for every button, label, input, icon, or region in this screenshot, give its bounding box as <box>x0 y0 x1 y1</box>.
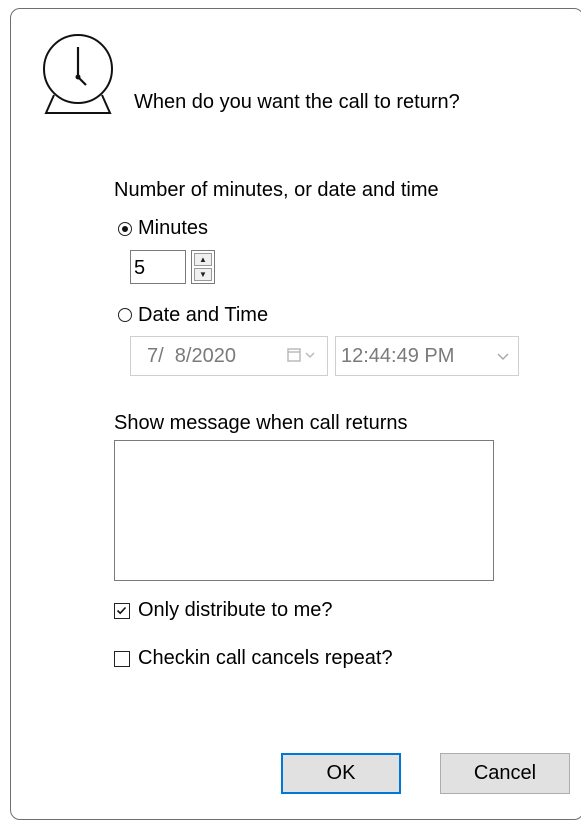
message-textarea[interactable] <box>114 440 494 581</box>
checkmark-icon <box>116 606 127 615</box>
only-distribute-checkbox[interactable] <box>114 603 130 619</box>
minutes-value[interactable]: 5 <box>134 256 145 280</box>
timing-group-label: Number of minutes, or date and time <box>114 179 439 201</box>
minutes-radio-label[interactable]: Minutes <box>138 216 208 240</box>
alarm-clock-icon <box>43 34 113 114</box>
ok-button[interactable]: OK <box>281 753 401 794</box>
cancel-button[interactable]: Cancel <box>440 753 570 794</box>
only-distribute-label[interactable]: Only distribute to me? <box>138 598 333 622</box>
message-label: Show message when call returns <box>114 412 408 434</box>
date-time-radio-label[interactable]: Date and Time <box>138 303 268 327</box>
checkin-cancels-checkbox[interactable] <box>114 651 130 667</box>
calendar-dropdown-icon <box>287 348 315 362</box>
chevron-down-icon <box>497 353 509 361</box>
dialog-prompt: When do you want the call to return? <box>134 91 460 113</box>
minutes-radio[interactable] <box>118 222 132 236</box>
date-value: 7/ 8/2020 <box>147 345 236 367</box>
minutes-spinner[interactable]: ▲ ▼ <box>191 250 215 284</box>
checkin-cancels-label[interactable]: Checkin call cancels repeat? <box>138 646 393 670</box>
date-time-radio[interactable] <box>118 308 132 322</box>
spin-up-icon[interactable]: ▲ <box>194 253 212 266</box>
time-value: 12:44:49 PM <box>341 345 455 367</box>
spin-down-icon[interactable]: ▼ <box>194 268 212 281</box>
